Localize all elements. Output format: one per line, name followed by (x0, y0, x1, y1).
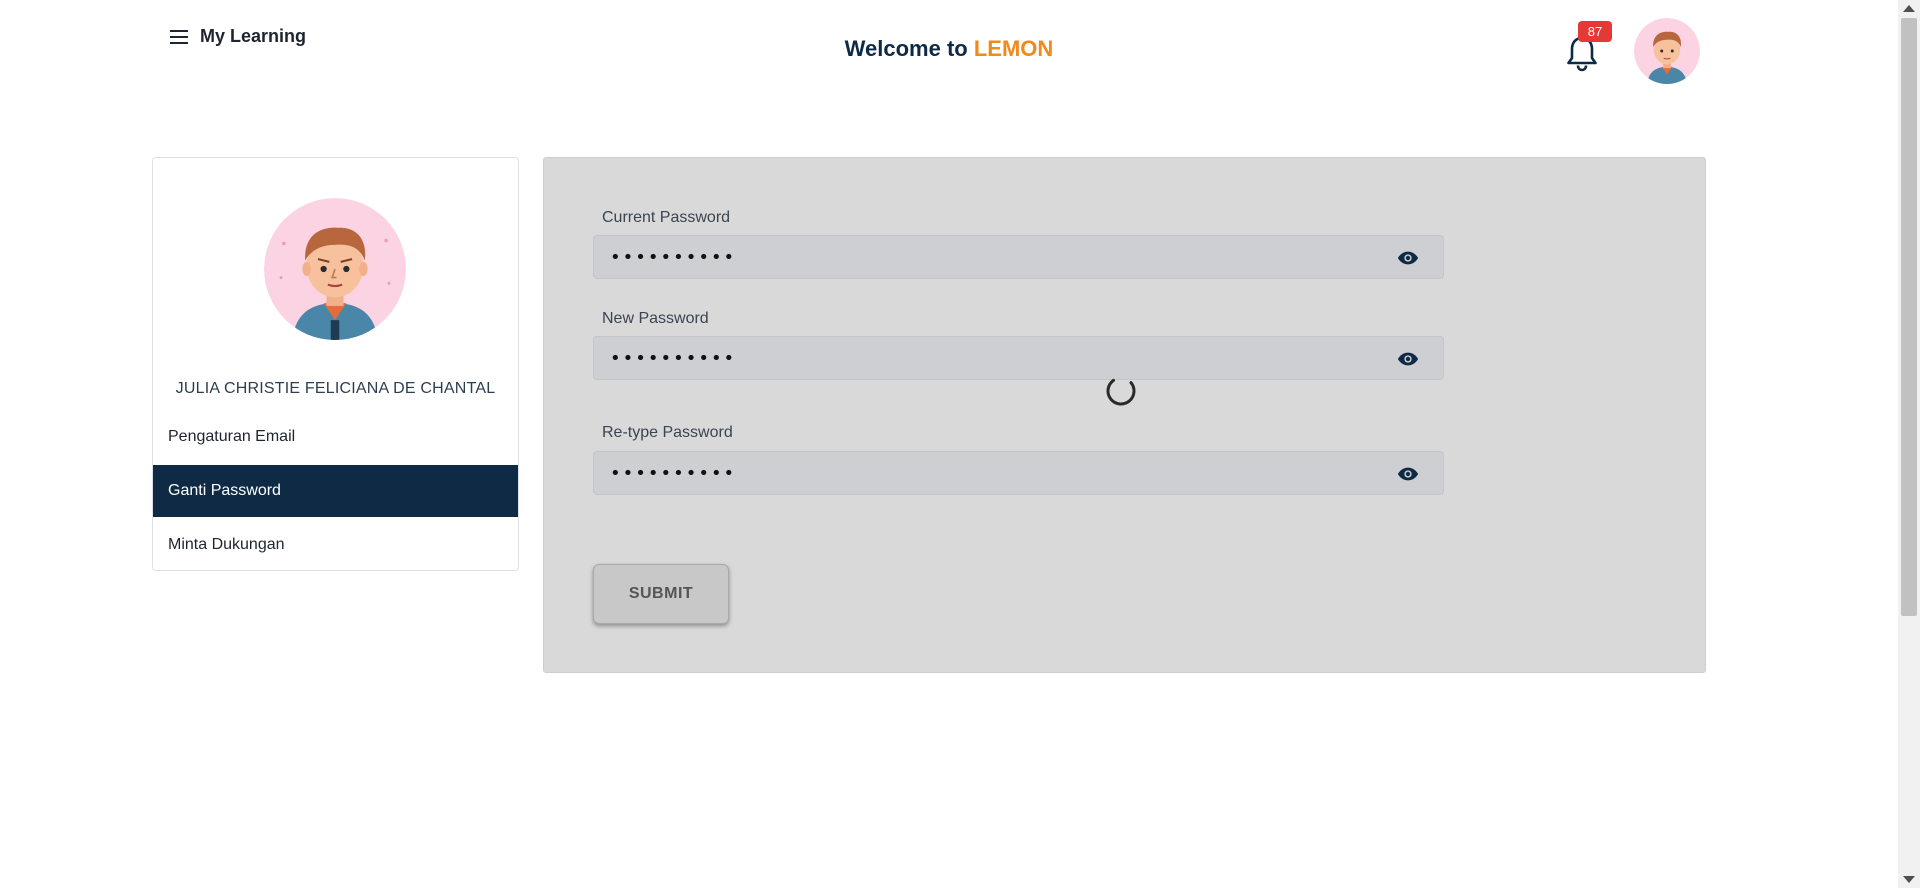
retype-password-field (593, 451, 1444, 495)
profile-avatar (264, 198, 406, 340)
avatar-illustration (264, 198, 406, 340)
page-title: Welcome to LEMON (0, 36, 1898, 62)
sidebar-item-label: Minta Dukungan (168, 536, 285, 553)
loading-spinner-icon (1106, 376, 1136, 406)
profile-sidebar: JULIA CHRISTIE FELICIANA DE CHANTAL Peng… (152, 157, 519, 571)
page-scrollbar[interactable] (1898, 0, 1920, 888)
scroll-up-arrow-icon[interactable] (1903, 5, 1915, 12)
sidebar-item-request-support[interactable]: Minta Dukungan (153, 519, 518, 571)
sidebar-item-email-settings[interactable]: Pengaturan Email (153, 411, 518, 463)
new-password-field (593, 336, 1444, 380)
notification-count-badge: 87 (1578, 21, 1612, 42)
change-password-panel: Current Password New Password Re-type Pa… (543, 157, 1706, 673)
current-password-input[interactable] (610, 236, 1370, 278)
eye-icon[interactable] (1397, 248, 1419, 268)
current-password-field (593, 235, 1444, 279)
sidebar-item-label: Pengaturan Email (168, 428, 296, 445)
top-header: My Learning Welcome to LEMON 87 (0, 0, 1898, 100)
new-password-label: New Password (602, 310, 709, 327)
scroll-down-arrow-icon[interactable] (1903, 876, 1915, 883)
brand-name: LEMON (973, 36, 1054, 61)
eye-icon[interactable] (1397, 464, 1419, 484)
current-password-label: Current Password (602, 209, 731, 226)
eye-icon[interactable] (1397, 349, 1419, 369)
new-password-input[interactable] (610, 337, 1370, 379)
avatar-illustration (1634, 18, 1700, 84)
retype-password-input[interactable] (610, 452, 1370, 494)
sidebar-item-change-password[interactable]: Ganti Password (153, 465, 518, 517)
user-name: JULIA CHRISTIE FELICIANA DE CHANTAL (175, 380, 496, 397)
sidebar-item-label: Ganti Password (168, 482, 281, 499)
user-avatar[interactable] (1634, 18, 1700, 84)
submit-button[interactable]: SUBMIT (593, 564, 729, 624)
welcome-text: Welcome to (844, 36, 974, 61)
retype-password-label: Re-type Password (602, 424, 733, 441)
scrollbar-thumb[interactable] (1901, 18, 1917, 616)
